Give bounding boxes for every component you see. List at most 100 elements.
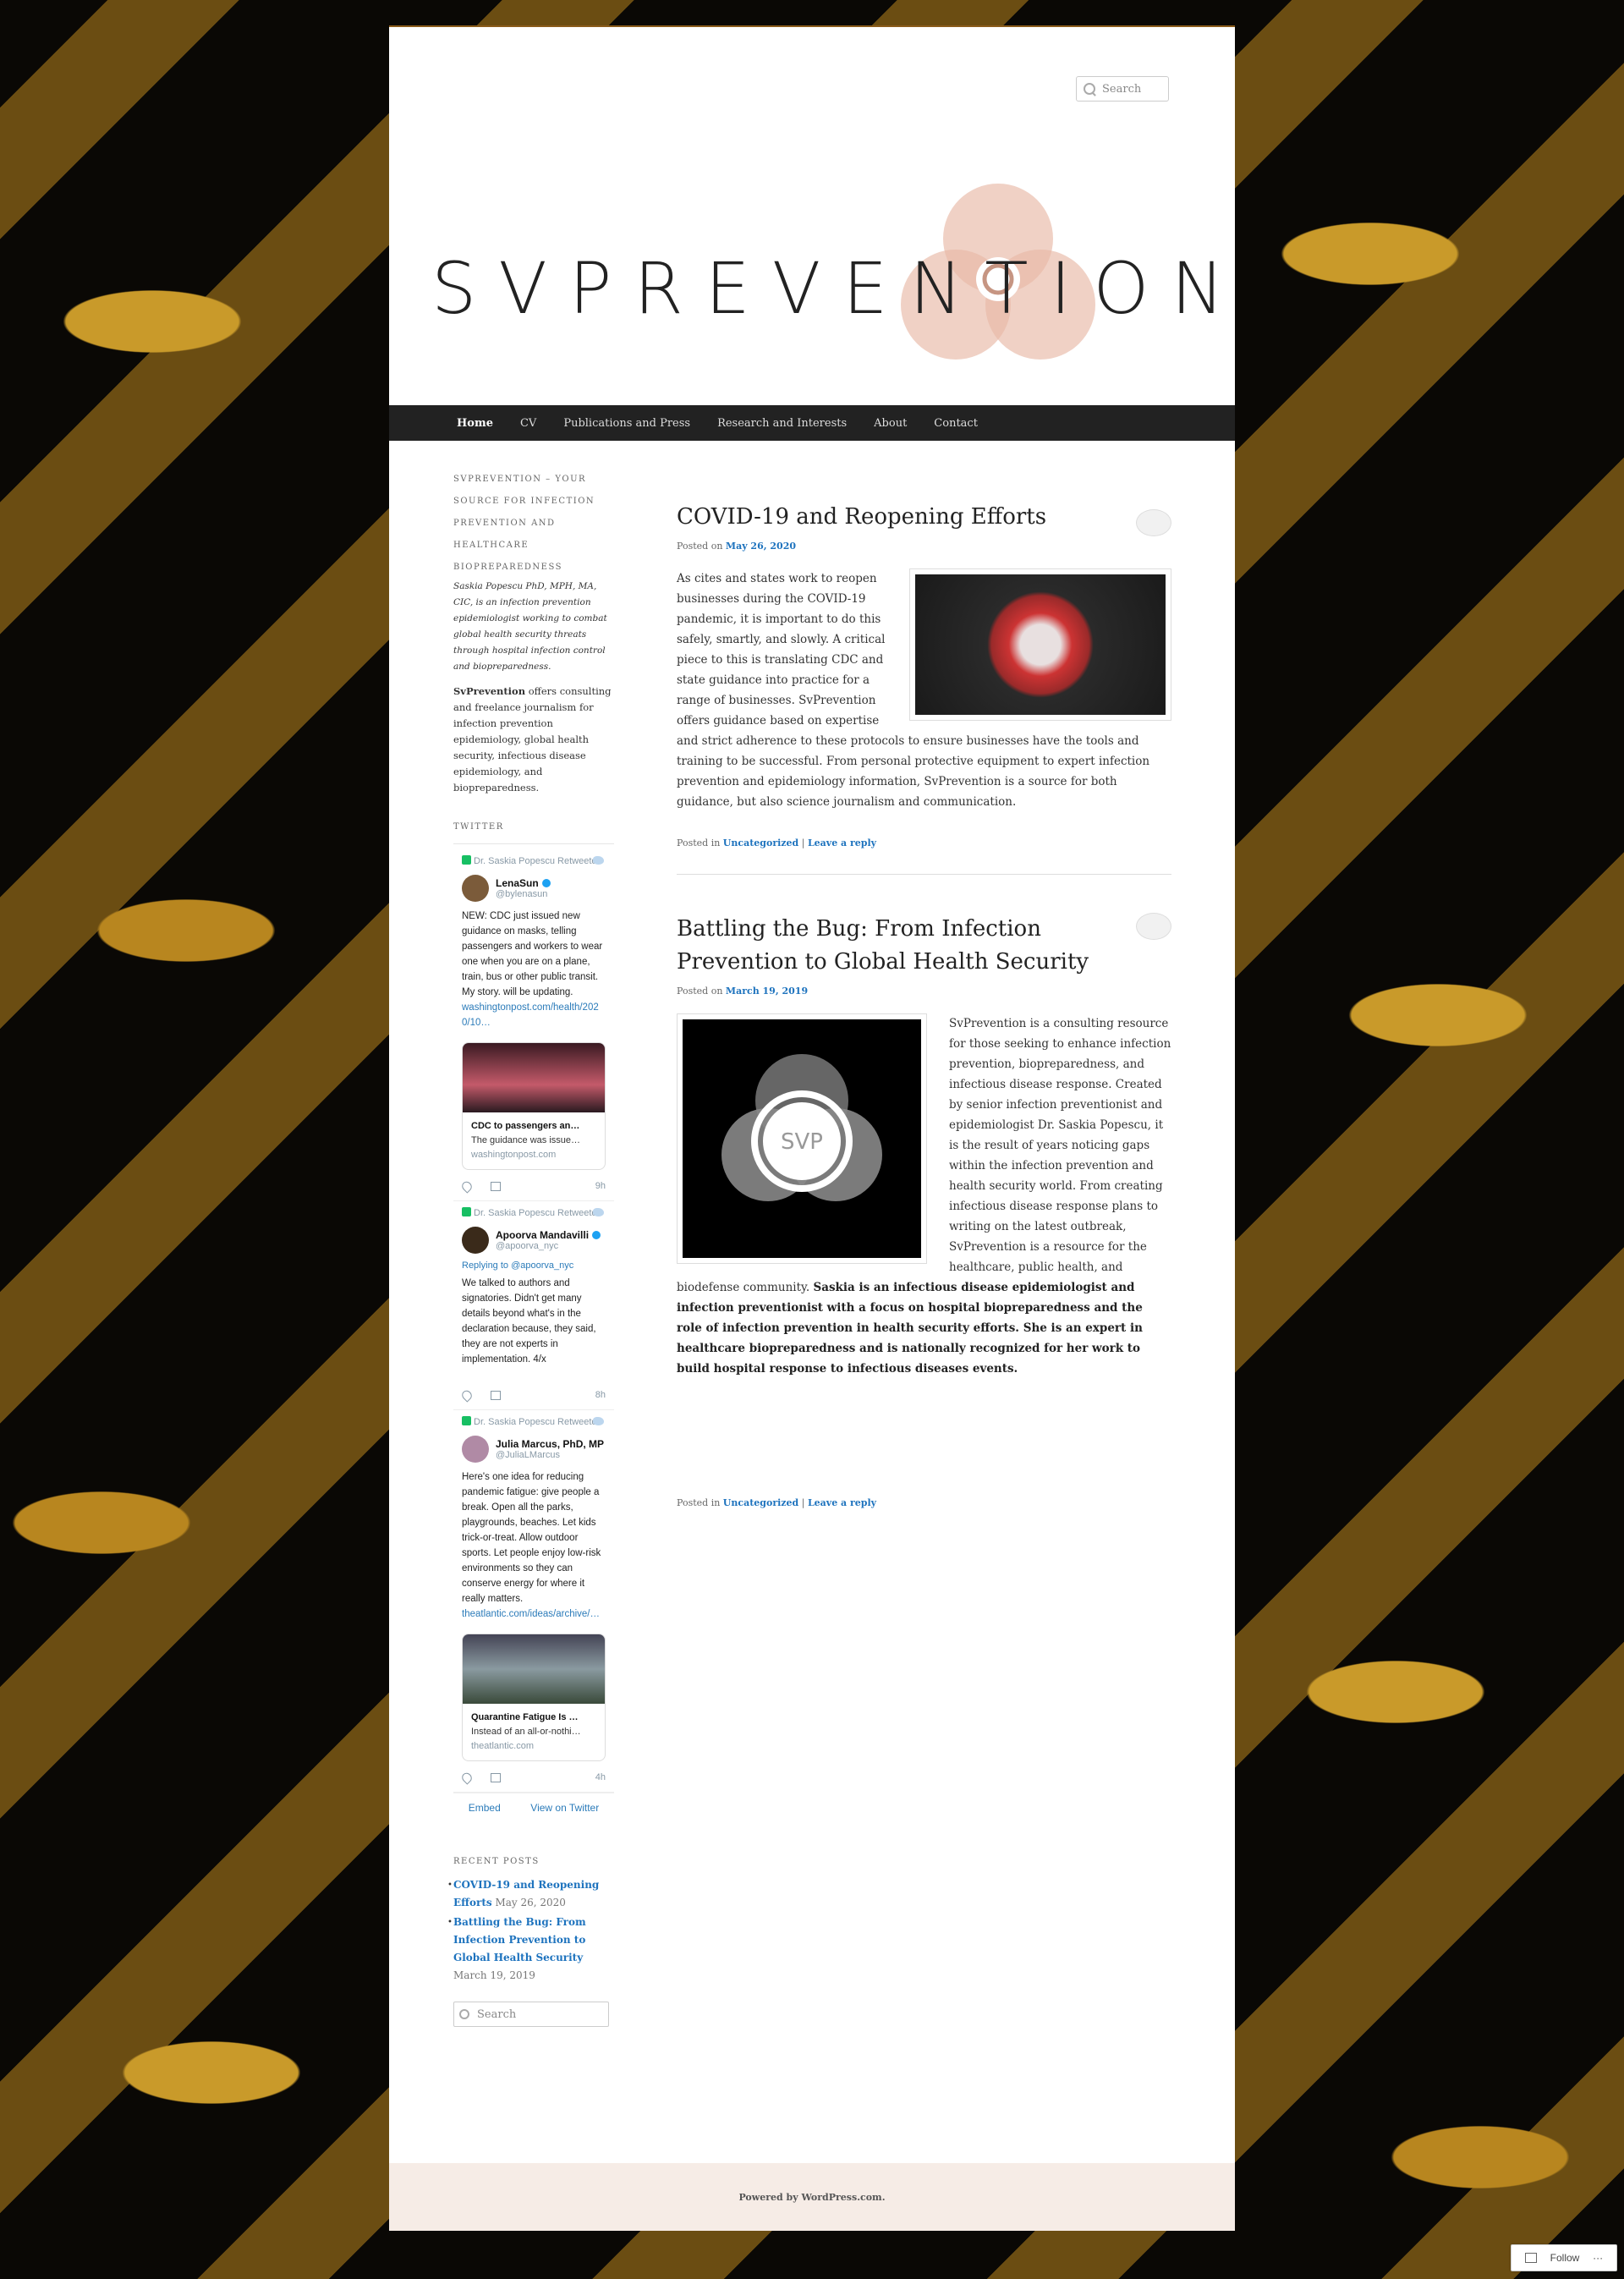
author-name: Apoorva Mandavilli xyxy=(496,1229,590,1241)
recent-post-item: COVID-19 and Reopening Efforts May 26, 2… xyxy=(447,1876,614,1912)
retweet-icon xyxy=(462,855,471,865)
post-footer: Posted in Uncategorized | Leave a reply xyxy=(677,837,877,848)
recent-post-date: March 19, 2019 xyxy=(453,1969,535,1981)
post-body: SVP SvPrevention is a consulting resourc… xyxy=(677,1013,1171,1379)
search-icon xyxy=(459,2009,469,2019)
author-handle: @apoorva_nyc xyxy=(496,1241,559,1251)
tweet-author[interactable]: LenaSun @bylenasun xyxy=(462,875,606,902)
category-link[interactable]: Uncategorized xyxy=(723,837,798,848)
tweet[interactable]: Dr. Saskia Popescu Retweeted LenaSun @by… xyxy=(453,849,614,1201)
recent-posts-title: RECENT POSTS xyxy=(453,1857,540,1866)
post-footer: Posted in Uncategorized | Leave a reply xyxy=(677,1497,877,1508)
verified-icon xyxy=(541,879,551,887)
verified-icon xyxy=(592,1231,601,1239)
header-search-placeholder: Search xyxy=(1102,82,1142,96)
twitter-footer: Embed View on Twitter xyxy=(453,1793,614,1822)
retweet-icon xyxy=(462,1416,471,1425)
more-icon[interactable]: ··· xyxy=(1593,2252,1603,2264)
like-icon[interactable] xyxy=(459,1178,475,1194)
tweet-link[interactable]: theatlantic.com/ideas/archive/… xyxy=(462,1606,606,1622)
main-content: COVID-19 and Reopening Efforts Posted on… xyxy=(677,501,1171,1508)
card-domain: theatlantic.com xyxy=(471,1741,534,1751)
powered-by-link[interactable]: Powered by WordPress.com. xyxy=(738,2192,885,2203)
nav-item-contact[interactable]: Contact xyxy=(934,417,978,430)
twitter-widget: TWITTER Dr. Saskia Popescu Retweeted Len… xyxy=(453,816,614,1822)
post-article: Battling the Bug: From Infection Prevent… xyxy=(677,913,1171,1508)
tweet-author[interactable]: Julia Marcus, PhD, MP @JuliaLMarcus xyxy=(462,1436,606,1463)
replying-to[interactable]: Replying to @apoorva_nyc xyxy=(462,1260,606,1271)
sidebar-search-input[interactable]: Search xyxy=(453,2002,609,2027)
avatar[interactable] xyxy=(462,875,489,902)
tweet-text: NEW: CDC just issued new guidance on mas… xyxy=(462,911,603,997)
recent-posts-widget: RECENT POSTS COVID-19 and Reopening Effo… xyxy=(447,1851,614,1985)
avatar[interactable] xyxy=(462,1227,489,1254)
embed-link[interactable]: Embed xyxy=(469,1802,501,1814)
post-title[interactable]: COVID-19 and Reopening Efforts xyxy=(677,501,1116,534)
comment-bubble-icon[interactable] xyxy=(1136,509,1171,536)
tweet-link[interactable]: washingtonpost.com/health/2020/10… xyxy=(462,1000,606,1030)
tweet-text: We talked to authors and signatories. Di… xyxy=(462,1278,596,1365)
link-card[interactable]: Quarantine Fatigue Is … Instead of an al… xyxy=(462,1634,606,1761)
intro-widget-title: SVPREVENTION – YOUR SOURCE FOR INFECTION… xyxy=(453,475,595,572)
card-image xyxy=(463,1043,605,1112)
tweet[interactable]: Dr. Saskia Popescu Retweeted Apoorva Man… xyxy=(453,1201,614,1410)
category-link[interactable]: Uncategorized xyxy=(723,1497,798,1508)
author-handle: @bylenasun xyxy=(496,889,548,899)
retweet-label: Dr. Saskia Popescu Retweeted xyxy=(462,854,606,868)
follow-button[interactable]: Follow ··· xyxy=(1511,2244,1617,2271)
tweet[interactable]: Dr. Saskia Popescu Retweeted Julia Marcu… xyxy=(453,1410,614,1793)
share-icon[interactable] xyxy=(491,1772,501,1782)
nav-item-publications[interactable]: Publications and Press xyxy=(563,417,690,430)
svp-image-text: SVP xyxy=(781,1129,823,1155)
twitter-bird-icon xyxy=(593,1417,604,1425)
card-title: Quarantine Fatigue Is … xyxy=(471,1712,579,1722)
author-name: Julia Marcus, PhD, MP xyxy=(496,1438,605,1450)
card-image xyxy=(463,1634,605,1704)
tweet-time[interactable]: 9h xyxy=(595,1181,606,1191)
header-search-input[interactable]: Search xyxy=(1076,76,1169,102)
recent-post-item: Battling the Bug: From Infection Prevent… xyxy=(447,1914,614,1985)
svp-logo-image: SVP xyxy=(677,1013,927,1264)
page-container: Search SVPREVENTION Home CV Publications… xyxy=(389,25,1235,2231)
like-icon[interactable] xyxy=(459,1770,475,1785)
post-date-link[interactable]: March 19, 2019 xyxy=(726,986,808,997)
recent-post-link[interactable]: Battling the Bug: From Infection Prevent… xyxy=(453,1916,586,1963)
card-title: CDC to passengers an… xyxy=(471,1121,580,1131)
covid-virus-image xyxy=(909,568,1171,721)
share-icon[interactable] xyxy=(491,1390,501,1400)
comment-bubble-icon[interactable] xyxy=(1136,913,1171,940)
tweet-author[interactable]: Apoorva Mandavilli @apoorva_nyc xyxy=(462,1227,606,1254)
sidebar-search-placeholder: Search xyxy=(477,2007,517,2021)
intro-italic-text: Saskia Popescu PhD, MPH, MA, CIC, is an … xyxy=(453,581,607,672)
view-on-twitter-link[interactable]: View on Twitter xyxy=(530,1802,599,1814)
recent-post-date: May 26, 2020 xyxy=(495,1897,566,1908)
share-icon[interactable] xyxy=(491,1181,501,1191)
post-title[interactable]: Battling the Bug: From Infection Prevent… xyxy=(677,913,1116,979)
leave-reply-link[interactable]: Leave a reply xyxy=(808,1497,876,1508)
tweet-text: Here's one idea for reducing pandemic fa… xyxy=(462,1472,601,1604)
twitter-bird-icon xyxy=(593,856,604,865)
like-icon[interactable] xyxy=(459,1387,475,1403)
site-footer: Powered by WordPress.com. xyxy=(389,2163,1235,2231)
twitter-bird-icon xyxy=(593,1208,604,1216)
leave-reply-link[interactable]: Leave a reply xyxy=(808,837,876,848)
post-meta: Posted on March 19, 2019 xyxy=(677,986,809,997)
link-card[interactable]: CDC to passengers an… The guidance was i… xyxy=(462,1042,606,1170)
post-date-link[interactable]: May 26, 2020 xyxy=(726,541,796,552)
nav-item-cv[interactable]: CV xyxy=(520,417,536,430)
follow-label: Follow xyxy=(1550,2252,1580,2264)
site-banner[interactable]: SVPREVENTION xyxy=(431,154,1224,408)
intro-strong: SvPrevention xyxy=(453,685,526,697)
tweet-time[interactable]: 8h xyxy=(595,1390,606,1400)
retweet-label: Dr. Saskia Popescu Retweeted xyxy=(462,1415,606,1429)
nav-item-about[interactable]: About xyxy=(874,417,907,430)
post-body-bold: Saskia is an infectious disease epidemio… xyxy=(677,1281,1143,1376)
nav-item-home[interactable]: Home xyxy=(457,417,493,430)
nav-item-research[interactable]: Research and Interests xyxy=(717,417,847,430)
avatar[interactable] xyxy=(462,1436,489,1463)
intro-text: SvPrevention offers consulting and freel… xyxy=(453,684,614,796)
search-icon xyxy=(1084,83,1095,95)
tweet-time[interactable]: 4h xyxy=(595,1772,606,1782)
post-article: COVID-19 and Reopening Efforts Posted on… xyxy=(677,501,1171,848)
retweet-label: Dr. Saskia Popescu Retweeted xyxy=(462,1206,606,1220)
